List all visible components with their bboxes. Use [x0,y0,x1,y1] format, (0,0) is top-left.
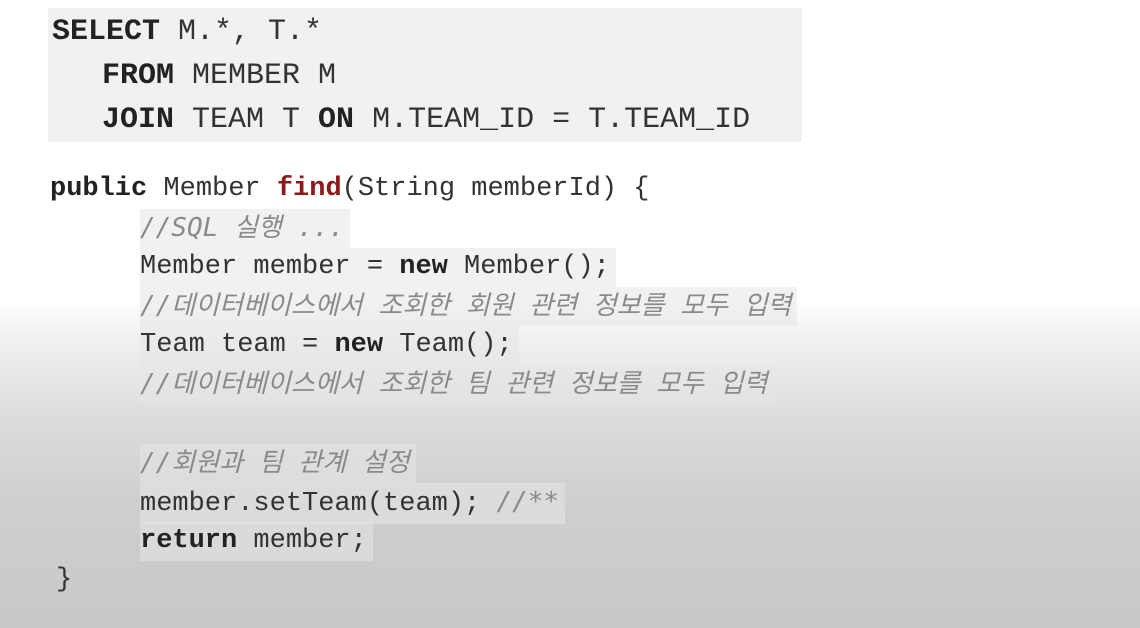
member-decl-pre: Member member = [140,252,400,282]
closing-brace: } [56,565,73,595]
return-line: return member; [50,522,1130,561]
keyword-new-member: new [399,252,448,282]
team-decl-line: Team team = new Team(); [50,326,1130,365]
method-signature-line: public Member find(String memberId) { [50,170,1130,209]
member-decl-line: Member member = new Member(); [50,248,1130,287]
comment-relation: //회원과 팀 관계 설정 [140,444,416,483]
comment-relation-line: //회원과 팀 관계 설정 [50,444,1130,483]
sql-keyword-on: ON [318,103,355,137]
comment-team-line: //데이터베이스에서 조회한 팀 관련 정보를 모두 입력 [50,365,1130,404]
comment-member-line: //데이터베이스에서 조회한 회원 관련 정보를 모두 입력 [50,287,1130,326]
sql-from-line: FROM MEMBER M [52,54,798,98]
sql-keyword-from: FROM [102,59,175,93]
comment-team: //데이터베이스에서 조회한 팀 관련 정보를 모두 입력 [140,365,774,404]
keyword-return: return [140,526,238,556]
sql-keyword-select: SELECT [52,15,161,49]
sql-join-table: TEAM T [174,103,319,137]
team-decl-pre: Team team = [140,330,335,360]
return-stmt: return member; [140,522,373,561]
sql-select-columns: M.*, T.* [160,15,323,49]
member-decl-post: Member(); [447,252,610,282]
sql-join-line: JOIN TEAM T ON M.TEAM_ID = T.TEAM_ID [52,98,799,142]
team-decl: Team team = new Team(); [140,326,519,365]
keyword-new-team: new [334,330,384,360]
return-type: Member [147,174,277,204]
comment-sql: //SQL 실행 ... [140,209,351,248]
member-decl: Member member = new Member(); [140,248,616,287]
set-team-comment: //** [496,487,560,517]
set-team-line: member.setTeam(team); //** [50,483,1130,524]
comment-member: //데이터베이스에서 조회한 회원 관련 정보를 모두 입력 [140,287,798,326]
sql-query-block: SELECT M.*, T.* FROM MEMBER M JOIN TEAM … [48,8,803,142]
set-team-stmt: member.setTeam(team); //** [140,483,566,524]
method-name: find [276,174,342,204]
sql-select-line: SELECT M.*, T.* [52,10,798,54]
sql-join-condition: M.TEAM_ID = T.TEAM_ID [354,103,751,137]
java-code-block: public Member find(String memberId) { //… [50,170,1130,600]
return-value: member; [237,526,367,556]
sql-from-table: MEMBER M [174,59,337,93]
method-params: (String memberId) { [341,174,650,204]
sql-keyword-join: JOIN [102,103,175,137]
team-decl-post: Team(); [383,330,513,360]
set-team-code: member.setTeam(team); [140,489,497,519]
comment-sql-line: //SQL 실행 ... [50,209,1130,248]
keyword-public: public [50,174,148,204]
